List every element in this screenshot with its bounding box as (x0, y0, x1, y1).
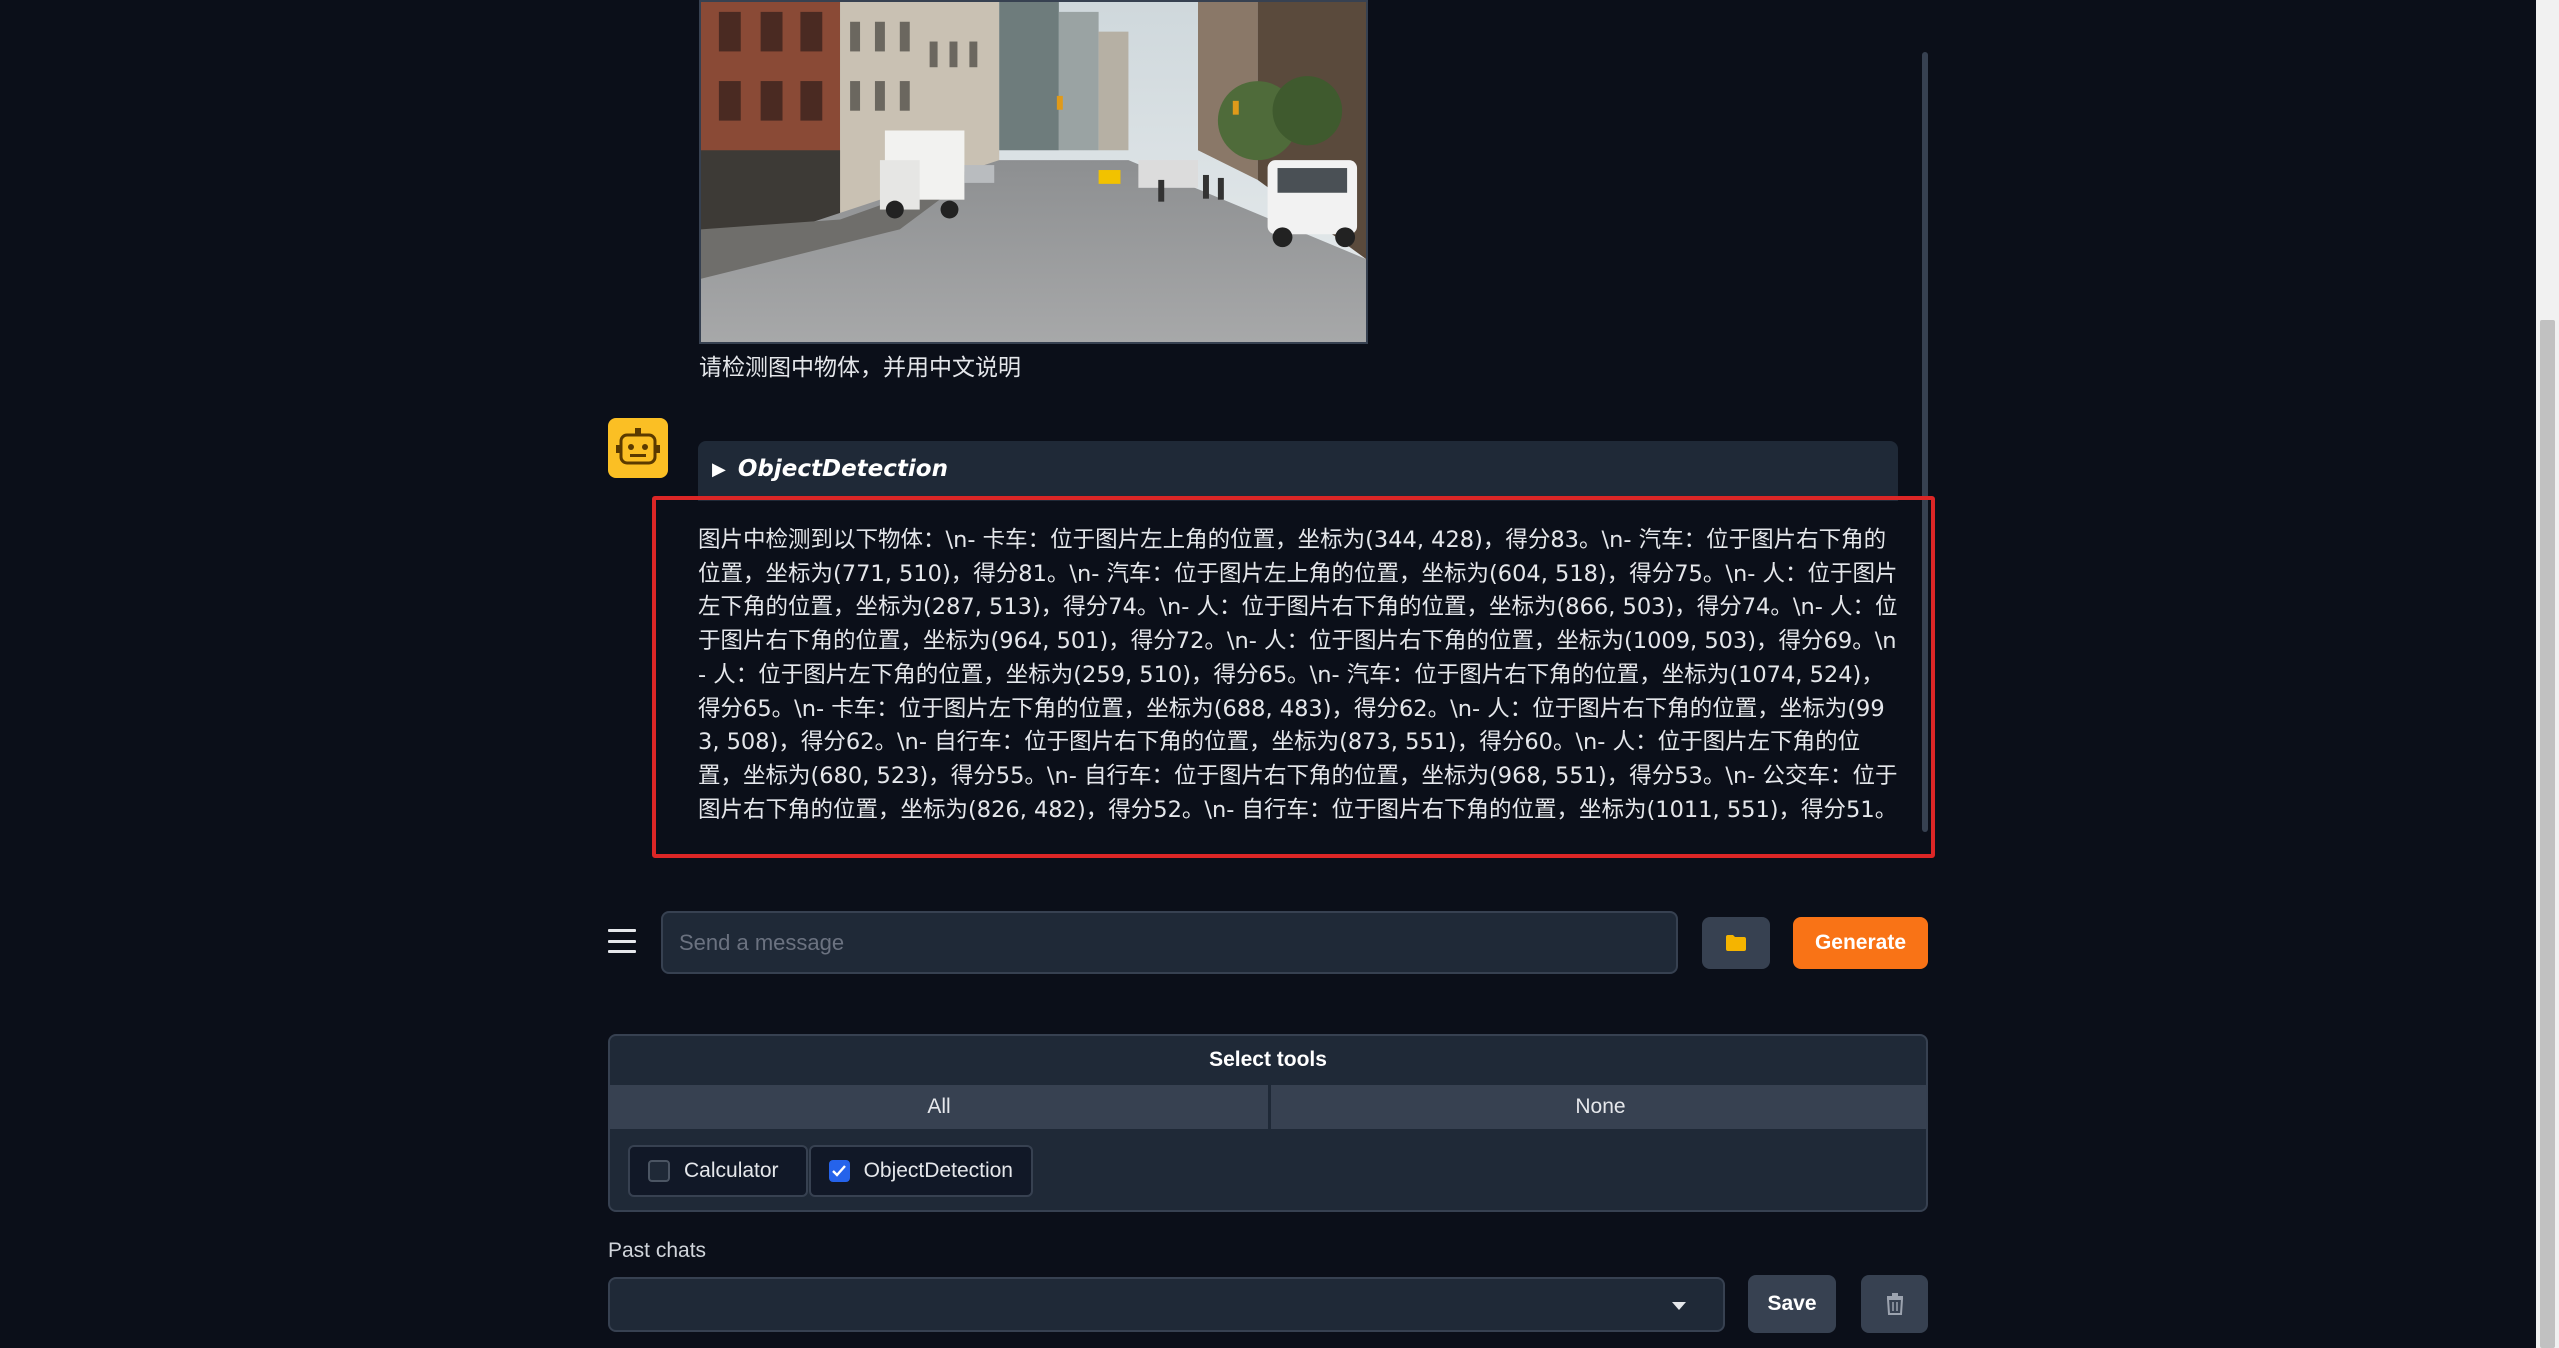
triangle-right-icon: ▶ (712, 458, 726, 480)
menu-icon[interactable] (608, 927, 636, 955)
checkmark-icon (832, 1165, 847, 1177)
tool-option-calculator[interactable]: Calculator (628, 1145, 808, 1197)
chevron-down-icon[interactable] (1672, 1302, 1686, 1310)
select-all-button[interactable]: All (610, 1085, 1268, 1129)
tool-option-label: Calculator (684, 1159, 779, 1182)
tool-option-label: ObjectDetection (863, 1159, 1013, 1182)
uploaded-street-photo (699, 0, 1368, 344)
bot-avatar (608, 418, 668, 478)
upload-file-button[interactable] (1702, 917, 1770, 969)
assistant-answer: 图片中检测到以下物体：\n- 卡车：位于图片左上角的位置，坐标为(344, 42… (698, 527, 1898, 823)
robot-icon (616, 428, 660, 465)
save-button[interactable]: Save (1748, 1275, 1836, 1333)
user-message: 请检测图中物体，并用中文说明 (699, 355, 1021, 381)
tool-option-objectdetection[interactable]: ObjectDetection (809, 1145, 1033, 1197)
message-input[interactable] (661, 911, 1678, 974)
past-chats-label: Past chats (608, 1239, 707, 1262)
trash-icon (1886, 1293, 1903, 1315)
tool-name: ObjectDetection (737, 456, 948, 482)
tool-details-toggle[interactable]: ▶ ObjectDetection (712, 456, 948, 482)
past-chats-dropdown[interactable] (608, 1277, 1725, 1332)
folder-icon (1726, 935, 1746, 951)
delete-chat-button[interactable] (1861, 1275, 1928, 1333)
calculator-checkbox[interactable] (648, 1160, 670, 1182)
select-tools-panel: Select tools All None Calculator ObjectD… (608, 1034, 1928, 1212)
objectdetection-checkbox[interactable] (829, 1160, 850, 1182)
select-tools-title: Select tools (1209, 1048, 1327, 1071)
generate-button[interactable]: Generate (1793, 917, 1928, 969)
select-none-button[interactable]: None (1271, 1085, 1926, 1129)
chat-app: 请检测图中物体，并用中文说明 ▶ ObjectDetection 图片中检测到以… (0, 0, 2559, 1348)
page-scrollbar-thumb[interactable] (2540, 320, 2555, 1348)
